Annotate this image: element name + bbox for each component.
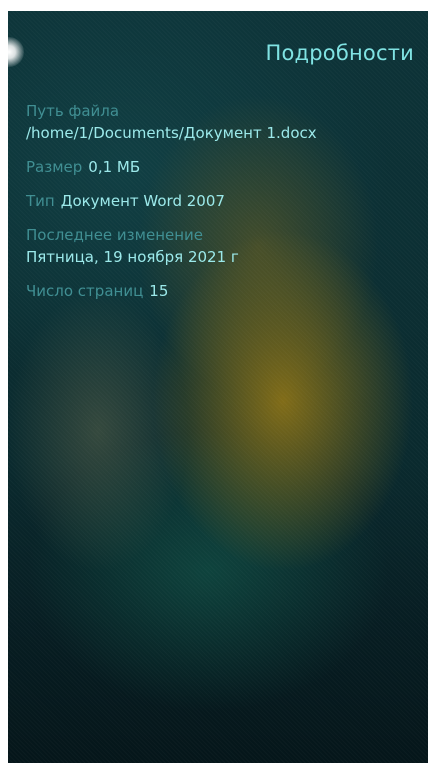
details-screen: Подробности Путь файла /home/1/Documents… — [8, 11, 428, 763]
type-label: Тип — [26, 192, 55, 210]
pulley-menu-indicator — [8, 37, 24, 67]
size-value: 0,1 МБ — [88, 158, 141, 176]
file-path-value: /home/1/Documents/Документ 1.docx — [26, 124, 317, 142]
file-path-label: Путь файла — [26, 102, 120, 120]
file-details: Путь файла /home/1/Documents/Документ 1.… — [26, 100, 420, 302]
pages-label: Число страниц — [26, 282, 144, 300]
pages-field: Число страниц 15 — [26, 280, 420, 302]
modified-label: Последнее изменение — [26, 226, 204, 244]
page-title: Подробности — [265, 41, 414, 65]
pages-value: 15 — [149, 282, 169, 300]
type-value: Документ Word 2007 — [60, 192, 225, 210]
type-field: Тип Документ Word 2007 — [26, 190, 420, 212]
file-path-field: Путь файла /home/1/Documents/Документ 1.… — [26, 100, 420, 144]
modified-value: Пятница, 19 ноября 2021 г — [26, 248, 239, 266]
size-field: Размер 0,1 МБ — [26, 156, 420, 178]
size-label: Размер — [26, 158, 83, 176]
modified-field: Последнее изменение Пятница, 19 ноября 2… — [26, 224, 420, 268]
